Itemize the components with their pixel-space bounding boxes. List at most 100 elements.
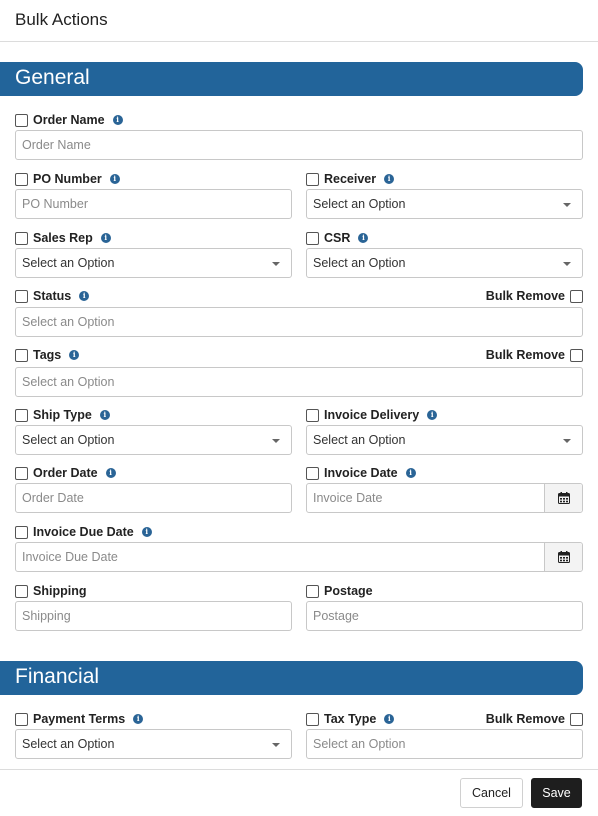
info-icon[interactable]: i: [141, 527, 152, 537]
tax-type-bulk-remove: Bulk Remove: [486, 711, 583, 727]
shipping-input[interactable]: Shipping: [15, 601, 292, 631]
invoice-due-date-input[interactable]: Invoice Due Date: [15, 542, 583, 572]
section-general-header: General: [0, 62, 583, 96]
csr-checkbox[interactable]: [306, 231, 319, 245]
invoice-delivery-select[interactable]: Select an Option: [306, 425, 583, 455]
payment-terms-label: Payment Terms: [33, 712, 126, 726]
po-number-input[interactable]: PO Number: [15, 189, 292, 219]
tags-checkbox[interactable]: [15, 348, 28, 362]
csr-label-row: CSR i: [306, 230, 369, 246]
section-financial-header: Financial: [0, 661, 583, 695]
tags-bulk-remove: Bulk Remove: [486, 347, 583, 363]
invoice-due-date-calendar-button[interactable]: [544, 543, 582, 571]
section-title: Financial: [15, 665, 100, 688]
info-icon[interactable]: i: [100, 233, 111, 243]
invoice-delivery-selected-value: Select an Option: [313, 433, 406, 447]
status-bulk-remove: Bulk Remove: [486, 288, 583, 304]
invoice-date-input[interactable]: Invoice Date: [306, 483, 583, 513]
status-select[interactable]: Select an Option: [15, 307, 583, 337]
info-icon[interactable]: i: [105, 468, 116, 478]
tax-type-select[interactable]: Select an Option: [306, 729, 583, 759]
order-name-input[interactable]: Order Name: [15, 130, 583, 160]
info-icon[interactable]: i: [69, 350, 80, 360]
postage-checkbox[interactable]: [306, 584, 319, 598]
tags-label: Tags: [33, 348, 62, 362]
invoice-date-label-row: Invoice Date i: [306, 465, 416, 481]
csr-selected-value: Select an Option: [313, 256, 406, 270]
invoice-due-date-checkbox[interactable]: [15, 525, 28, 539]
sales-rep-selected-value: Select an Option: [22, 256, 115, 270]
info-icon[interactable]: i: [79, 291, 90, 301]
invoice-due-date-placeholder: Invoice Due Date: [22, 550, 118, 564]
info-icon[interactable]: i: [427, 410, 438, 420]
invoice-due-date-label: Invoice Due Date: [33, 525, 134, 539]
invoice-date-label: Invoice Date: [324, 466, 398, 480]
payment-terms-selected-value: Select an Option: [22, 737, 115, 751]
payment-terms-label-row: Payment Terms i: [15, 711, 144, 727]
invoice-delivery-checkbox[interactable]: [306, 408, 319, 422]
calendar-icon: [558, 492, 570, 504]
order-name-label-row: Order Name i: [15, 112, 123, 128]
postage-label-row: Postage: [306, 583, 373, 599]
csr-select[interactable]: Select an Option: [306, 248, 583, 278]
csr-label: CSR: [324, 231, 351, 245]
info-icon[interactable]: i: [384, 174, 395, 184]
payment-terms-select[interactable]: Select an Option: [15, 729, 292, 759]
chevron-down-icon: [272, 262, 280, 266]
shipping-placeholder: Shipping: [22, 609, 71, 623]
ship-type-checkbox[interactable]: [15, 408, 28, 422]
invoice-date-placeholder: Invoice Date: [313, 491, 383, 505]
sales-rep-label-row: Sales Rep i: [15, 230, 111, 246]
status-label-row: Status i: [15, 288, 90, 304]
tax-type-checkbox[interactable]: [306, 712, 319, 726]
info-icon[interactable]: i: [358, 233, 369, 243]
order-date-placeholder: Order Date: [22, 491, 84, 505]
tax-type-label: Tax Type: [324, 712, 377, 726]
status-bulk-remove-checkbox[interactable]: [570, 289, 583, 303]
invoice-date-calendar-button[interactable]: [544, 484, 582, 512]
cancel-button[interactable]: Cancel: [460, 778, 523, 808]
info-icon[interactable]: i: [405, 468, 416, 478]
bulk-remove-label: Bulk Remove: [485, 712, 565, 726]
info-icon[interactable]: i: [99, 410, 110, 420]
order-date-input[interactable]: Order Date: [15, 483, 292, 513]
tags-select[interactable]: Select an Option: [15, 367, 583, 397]
postage-input[interactable]: Postage: [306, 601, 583, 631]
postage-label: Postage: [324, 584, 373, 598]
order-name-checkbox[interactable]: [15, 113, 28, 127]
sales-rep-checkbox[interactable]: [15, 231, 28, 245]
info-icon[interactable]: i: [112, 115, 123, 125]
po-number-label: PO Number: [33, 172, 102, 186]
info-icon[interactable]: i: [133, 714, 144, 724]
receiver-label-row: Receiver i: [306, 171, 395, 187]
chevron-down-icon: [563, 203, 571, 207]
receiver-checkbox[interactable]: [306, 172, 319, 186]
chevron-down-icon: [272, 743, 280, 747]
po-number-checkbox[interactable]: [15, 172, 28, 186]
sales-rep-select[interactable]: Select an Option: [15, 248, 292, 278]
shipping-checkbox[interactable]: [15, 584, 28, 598]
chevron-down-icon: [563, 439, 571, 443]
info-icon[interactable]: i: [384, 714, 395, 724]
po-number-placeholder: PO Number: [22, 197, 88, 211]
modal-title: Bulk Actions: [15, 10, 108, 29]
order-date-label-row: Order Date i: [15, 465, 116, 481]
order-date-checkbox[interactable]: [15, 466, 28, 480]
save-button[interactable]: Save: [531, 778, 582, 808]
invoice-date-checkbox[interactable]: [306, 466, 319, 480]
info-icon[interactable]: i: [109, 174, 120, 184]
bulk-remove-label: Bulk Remove: [485, 348, 565, 362]
status-checkbox[interactable]: [15, 289, 28, 303]
tags-bulk-remove-checkbox[interactable]: [570, 348, 583, 362]
bulk-remove-label: Bulk Remove: [485, 289, 565, 303]
tax-type-label-row: Tax Type i: [306, 711, 395, 727]
calendar-icon: [558, 551, 570, 563]
ship-type-label-row: Ship Type i: [15, 407, 110, 423]
invoice-delivery-label: Invoice Delivery: [324, 408, 420, 422]
order-name-placeholder: Order Name: [22, 138, 91, 152]
tax-type-bulk-remove-checkbox[interactable]: [570, 712, 583, 726]
ship-type-select[interactable]: Select an Option: [15, 425, 292, 455]
section-title: General: [15, 66, 90, 89]
payment-terms-checkbox[interactable]: [15, 712, 28, 726]
receiver-select[interactable]: Select an Option: [306, 189, 583, 219]
